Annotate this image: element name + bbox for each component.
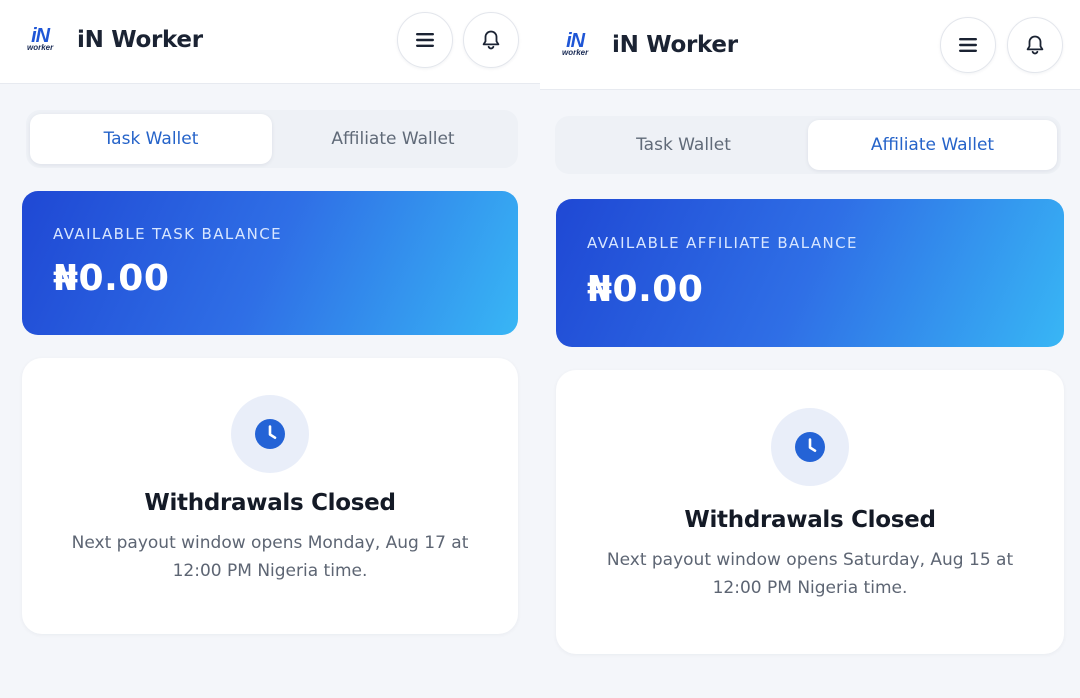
clock-icon <box>255 419 285 449</box>
task-wallet-screen: iN worker iN Worker Task Wallet Affiliat… <box>0 0 540 698</box>
status-title: Withdrawals Closed <box>144 490 396 516</box>
hamburger-menu-icon <box>959 38 977 52</box>
clock-icon-badge <box>231 395 309 473</box>
withdrawal-status-card: Withdrawals Closed Next payout window op… <box>556 370 1064 654</box>
clock-icon <box>795 432 825 462</box>
tab-task-wallet[interactable]: Task Wallet <box>30 114 272 164</box>
affiliate-wallet-screen: iN worker iN Worker Task Wallet Affiliat… <box>540 0 1080 698</box>
balance-value: ₦0.00 <box>587 269 704 310</box>
balance-label: AVAILABLE AFFILIATE BALANCE <box>587 234 858 252</box>
balance-label: AVAILABLE TASK BALANCE <box>53 225 283 243</box>
tab-affiliate-wallet[interactable]: Affiliate Wallet <box>272 114 514 164</box>
bell-icon <box>1026 35 1044 55</box>
clock-icon-badge <box>771 408 849 486</box>
app-title: iN Worker <box>77 27 203 53</box>
app-header: iN worker iN Worker <box>540 0 1080 90</box>
menu-button[interactable] <box>940 17 996 73</box>
tab-task-wallet[interactable]: Task Wallet <box>559 120 808 170</box>
bell-icon <box>482 30 500 50</box>
withdrawal-status-card: Withdrawals Closed Next payout window op… <box>22 358 518 634</box>
wallet-tabs: Task Wallet Affiliate Wallet <box>555 116 1061 174</box>
balance-card: AVAILABLE TASK BALANCE ₦0.00 <box>22 191 518 335</box>
notifications-button[interactable] <box>463 12 519 68</box>
balance-card: AVAILABLE AFFILIATE BALANCE ₦0.00 <box>556 199 1064 347</box>
app-header: iN worker iN Worker <box>0 0 540 84</box>
wallet-tabs: Task Wallet Affiliate Wallet <box>26 110 518 168</box>
balance-value: ₦0.00 <box>53 258 170 299</box>
app-title: iN Worker <box>612 32 738 58</box>
menu-button[interactable] <box>397 12 453 68</box>
notifications-button[interactable] <box>1007 17 1063 73</box>
app-logo: iN worker <box>562 30 589 57</box>
status-description: Next payout window opens Monday, Aug 17 … <box>71 533 469 581</box>
app-logo: iN worker <box>27 25 54 52</box>
hamburger-menu-icon <box>416 33 434 47</box>
status-description: Next payout window opens Saturday, Aug 1… <box>606 550 1014 598</box>
status-title: Withdrawals Closed <box>684 507 936 533</box>
tab-affiliate-wallet[interactable]: Affiliate Wallet <box>808 120 1057 170</box>
